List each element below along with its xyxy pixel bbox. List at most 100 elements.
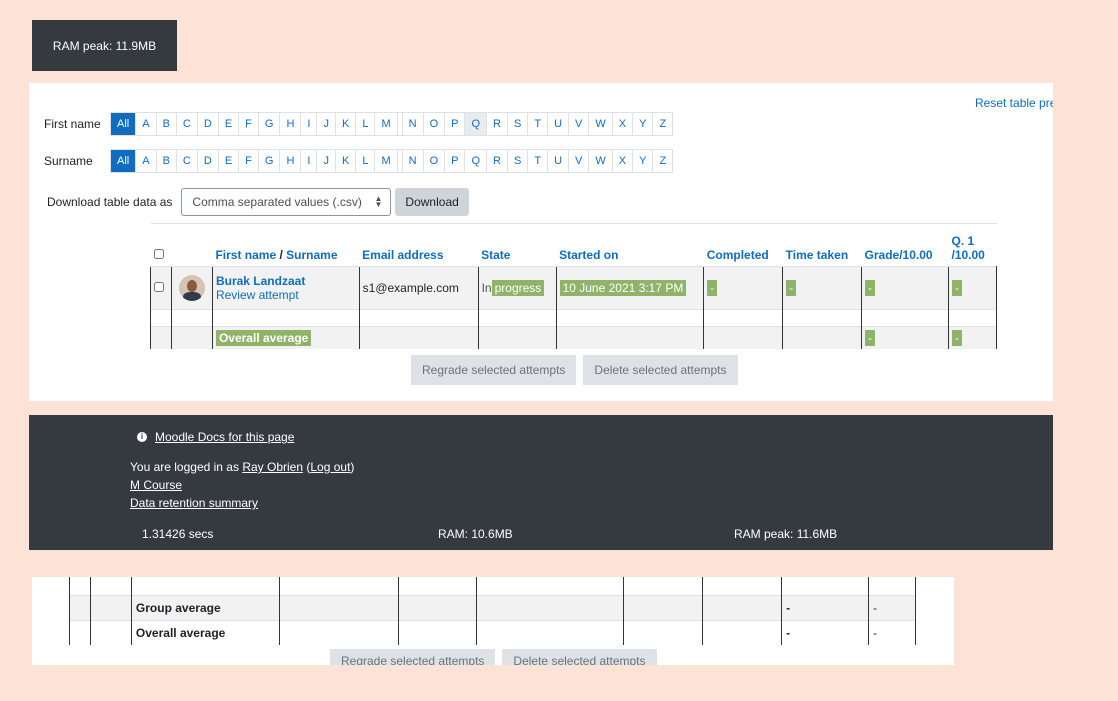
user-profile-link[interactable]: Ray Obrien xyxy=(242,460,303,474)
firstname-letter-o[interactable]: O xyxy=(424,113,446,135)
row-checkbox[interactable] xyxy=(154,282,164,292)
firstname-letter-l[interactable]: L xyxy=(356,113,376,135)
logout-link[interactable]: Log out xyxy=(310,460,350,474)
lower-delete-button[interactable]: Delete selected attempts xyxy=(502,649,657,665)
firstname-letter-m[interactable]: M xyxy=(375,113,398,135)
firstname-letter-t[interactable]: T xyxy=(528,113,549,135)
surname-letter-l[interactable]: L xyxy=(356,150,376,172)
time-taken-header[interactable]: Time taken xyxy=(783,224,862,267)
firstname-letter-z[interactable]: Z xyxy=(653,113,672,135)
surname-letter-w[interactable]: W xyxy=(589,150,613,172)
overall-grade-value: - xyxy=(865,330,876,346)
surname-letter-c[interactable]: C xyxy=(177,150,198,172)
surname-letter-t[interactable]: T xyxy=(528,150,549,172)
state-header[interactable]: State xyxy=(478,224,556,267)
firstname-letter-j[interactable]: J xyxy=(317,113,336,135)
select-all-cell xyxy=(151,224,172,267)
course-link[interactable]: M Course xyxy=(130,478,182,492)
surname-letter-h[interactable]: H xyxy=(280,150,302,172)
firstname-letter-e[interactable]: E xyxy=(219,113,240,135)
select-all-checkbox[interactable] xyxy=(153,249,164,259)
completed-cell: - xyxy=(703,266,783,310)
email-sort-link[interactable]: Email address xyxy=(362,248,443,262)
q1-sort-link[interactable]: Q. 1/10.00 xyxy=(951,234,984,262)
surname-letter-a[interactable]: A xyxy=(136,150,157,172)
surname-letter-j[interactable]: J xyxy=(317,150,336,172)
surname-letter-v[interactable]: V xyxy=(569,150,590,172)
q1-header[interactable]: Q. 1/10.00 xyxy=(948,224,996,267)
firstname-letter-b[interactable]: B xyxy=(157,113,177,135)
surname-letter-e[interactable]: E xyxy=(219,150,240,172)
firstname-letter-a[interactable]: A xyxy=(136,113,157,135)
surname-letter-s[interactable]: S xyxy=(508,150,529,172)
surname-letter-n[interactable]: N xyxy=(401,150,424,172)
grade-header[interactable]: Grade/10.00 xyxy=(862,224,949,267)
surname-letter-b[interactable]: B xyxy=(157,150,177,172)
download-format-select[interactable]: Comma separated values (.csv) ▲ ▼ xyxy=(181,188,392,216)
firstname-sort-link[interactable]: First name xyxy=(215,248,276,262)
download-format-value: Comma separated values (.csv) xyxy=(192,195,362,209)
surname-letter-y[interactable]: Y xyxy=(633,150,654,172)
firstname-letter-x[interactable]: X xyxy=(613,113,634,135)
download-button[interactable]: Download xyxy=(395,188,469,216)
firstname-letter-c[interactable]: C xyxy=(177,113,198,135)
name-header: First name / Surname xyxy=(212,224,359,267)
regrade-selected-button[interactable]: Regrade selected attempts xyxy=(411,355,577,385)
grade-sort-link[interactable]: Grade/10.00 xyxy=(865,248,933,262)
surname-letter-r[interactable]: R xyxy=(487,150,508,172)
firstname-letter-v[interactable]: V xyxy=(569,113,590,135)
firstname-letter-q[interactable]: Q xyxy=(465,113,488,135)
surname-letter-q[interactable]: Q xyxy=(465,150,488,172)
surname-letter-k[interactable]: K xyxy=(336,150,357,172)
login-info: You are logged in as Ray Obrien (Log out… xyxy=(130,460,354,474)
avatar[interactable] xyxy=(178,275,205,301)
surname-letter-m[interactable]: M xyxy=(375,150,398,172)
moodle-docs-link[interactable]: Moodle Docs for this page xyxy=(155,430,294,444)
email-header[interactable]: Email address xyxy=(359,224,478,267)
select-arrows-icon: ▲ ▼ xyxy=(374,194,383,209)
firstname-letter-p[interactable]: P xyxy=(445,113,466,135)
surname-letter-u[interactable]: U xyxy=(548,150,570,172)
grade-value: - xyxy=(865,280,876,296)
firstname-letter-s[interactable]: S xyxy=(508,113,529,135)
firstname-all[interactable]: All xyxy=(111,113,137,135)
state-sort-link[interactable]: State xyxy=(481,248,510,262)
surname-initials-label: Surname xyxy=(44,154,93,168)
started-header[interactable]: Started on xyxy=(556,224,704,267)
firstname-letter-u[interactable]: U xyxy=(548,113,570,135)
student-name-link[interactable]: Burak Landzaat xyxy=(216,274,305,288)
firstname-letter-k[interactable]: K xyxy=(336,113,357,135)
started-sort-link[interactable]: Started on xyxy=(559,248,618,262)
firstname-letter-h[interactable]: H xyxy=(280,113,302,135)
firstname-letter-d[interactable]: D xyxy=(198,113,219,135)
surname-letter-i[interactable]: I xyxy=(301,150,318,172)
firstname-letter-f[interactable]: F xyxy=(239,113,259,135)
surname-letter-g[interactable]: G xyxy=(259,150,281,172)
completed-header[interactable]: Completed xyxy=(704,224,783,267)
time-taken-sort-link[interactable]: Time taken xyxy=(786,248,848,262)
surname-sort-link[interactable]: Surname xyxy=(286,248,337,262)
delete-selected-button[interactable]: Delete selected attempts xyxy=(583,355,738,385)
firstname-letter-g[interactable]: G xyxy=(259,113,281,135)
surname-letter-p[interactable]: P xyxy=(445,150,466,172)
group-average-label: Group average xyxy=(130,595,280,621)
reset-table-preferences-link[interactable]: Reset table preferences xyxy=(975,96,1053,110)
surname-all[interactable]: All xyxy=(111,150,137,172)
completed-sort-link[interactable]: Completed xyxy=(707,248,769,262)
surname-letter-z[interactable]: Z xyxy=(653,150,672,172)
lower-attempts-table: Group average - - Overall average - - xyxy=(69,577,917,645)
firstname-letter-r[interactable]: R xyxy=(487,113,508,135)
lower-regrade-button[interactable]: Regrade selected attempts xyxy=(330,649,496,665)
lower-overall-grade: - xyxy=(781,620,869,645)
firstname-letter-n[interactable]: N xyxy=(401,113,424,135)
firstname-letter-y[interactable]: Y xyxy=(633,113,654,135)
surname-letter-d[interactable]: D xyxy=(198,150,219,172)
firstname-letter-w[interactable]: W xyxy=(589,113,613,135)
surname-letter-f[interactable]: F xyxy=(239,150,259,172)
review-attempt-link[interactable]: Review attempt xyxy=(216,288,299,302)
data-retention-link[interactable]: Data retention summary xyxy=(130,496,258,510)
surname-letter-o[interactable]: O xyxy=(424,150,446,172)
surname-letter-x[interactable]: X xyxy=(613,150,634,172)
avatar-cell xyxy=(170,266,213,310)
firstname-letter-i[interactable]: I xyxy=(301,113,318,135)
